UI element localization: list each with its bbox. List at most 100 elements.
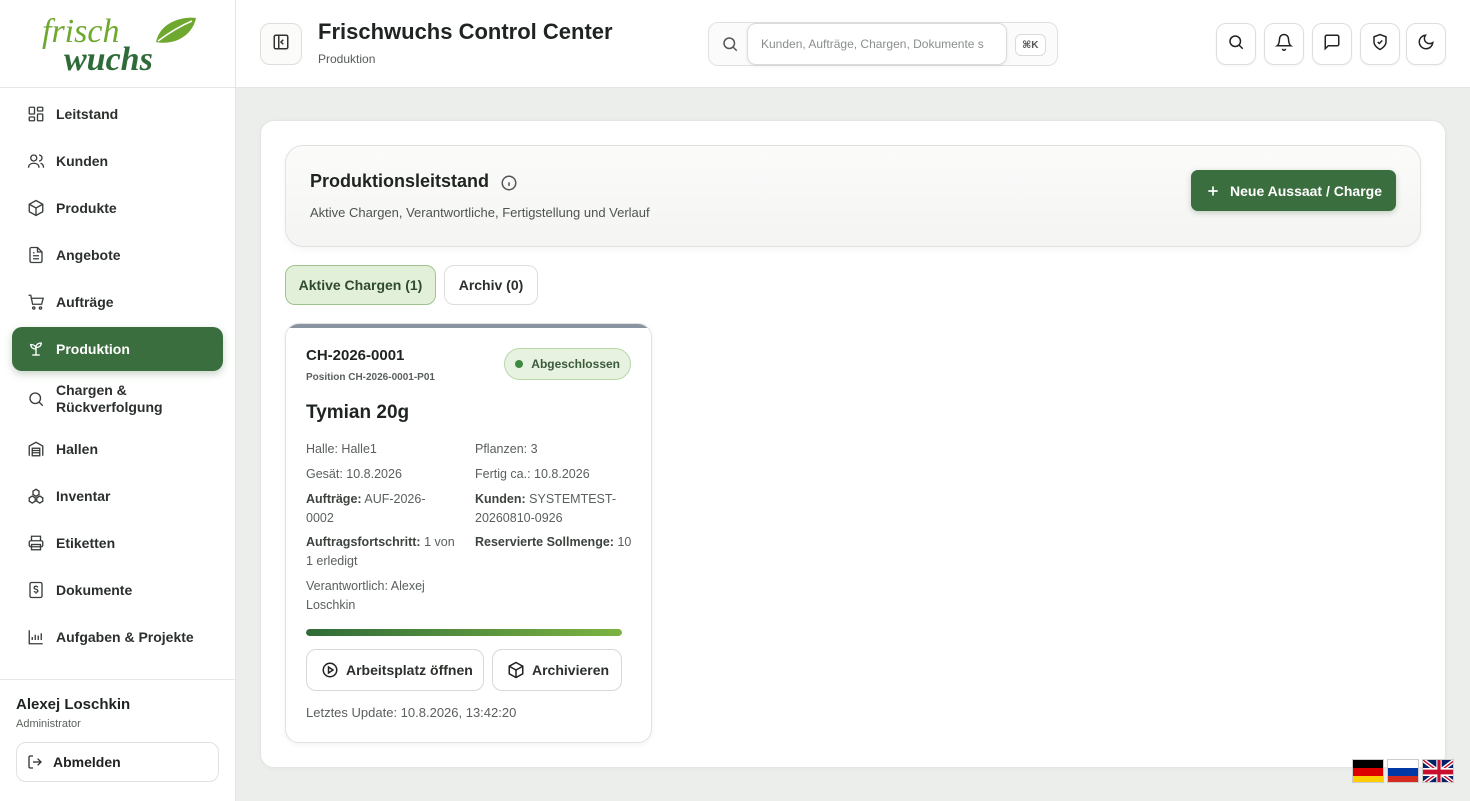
bell-icon <box>1274 33 1294 56</box>
logout-button[interactable]: Abmelden <box>16 742 219 782</box>
document-icon <box>26 245 46 265</box>
sidebar-item-label: Produkte <box>56 200 117 216</box>
sidebar-item-hallen[interactable]: Hallen <box>12 427 223 471</box>
sidebar-item-leitstand[interactable]: Leitstand <box>12 92 223 136</box>
production-header: Produktionsleitstand Aktive Chargen, Ver… <box>285 145 1421 247</box>
page-title: Produktionsleitstand <box>310 171 490 191</box>
status-dot-icon <box>515 360 524 368</box>
sidebar-item-label: Chargen & Rückverfolgung <box>56 382 163 415</box>
sidebar-item-produktion[interactable]: Produktion <box>12 327 223 371</box>
sidebar-item-produkte[interactable]: Produkte <box>12 186 223 230</box>
search-icon <box>721 35 741 55</box>
info-icon[interactable] <box>500 174 518 192</box>
messages-button[interactable] <box>1312 23 1352 65</box>
sidebar-item-dokumente[interactable]: Dokumente <box>12 568 223 612</box>
order-progress-field: Auftragsfortschritt: 1 von 1 erledigt <box>306 533 456 571</box>
ready-field: Fertig ca.: 10.8.2026 <box>475 467 590 481</box>
progress-bar <box>306 629 622 636</box>
sidebar-item-chargen[interactable]: Chargen & Rückverfolgung <box>12 374 223 424</box>
search-button[interactable] <box>1216 23 1256 65</box>
printer-icon <box>26 533 46 553</box>
moon-icon <box>1417 33 1435 56</box>
users-icon <box>26 151 46 171</box>
package-icon <box>26 198 46 218</box>
user-panel: Alexej Loschkin Administrator Abmelden <box>0 679 235 801</box>
orders-field: Aufträge: AUF-2026-0002 <box>306 490 446 528</box>
sidebar-item-etiketten[interactable]: Etiketten <box>12 521 223 565</box>
play-circle-icon <box>321 661 339 679</box>
sidebar-item-auftraege[interactable]: Aufträge <box>12 280 223 324</box>
order-progress-label: Auftragsfortschritt: <box>306 535 421 549</box>
sidebar-item-label: Produktion <box>56 341 130 357</box>
flag-uk-icon[interactable] <box>1422 759 1454 783</box>
search-input[interactable] <box>747 23 1007 65</box>
reserved-field: Reservierte Sollmenge: 10 <box>475 533 635 552</box>
security-button[interactable] <box>1360 23 1400 65</box>
sidebar-item-kunden[interactable]: Kunden <box>12 139 223 183</box>
flag-de-icon[interactable] <box>1352 759 1384 783</box>
sidebar: frisch wuchs Leitstand Kunden Produkte A… <box>0 0 236 801</box>
tab-active-batches[interactable]: Aktive Chargen (1) <box>285 265 436 305</box>
plus-icon <box>1205 183 1221 199</box>
dashboard-icon <box>26 104 46 124</box>
status-label: Abgeschlossen <box>531 357 620 371</box>
archive-button[interactable]: Archivieren <box>492 649 622 691</box>
user-name: Alexej Loschkin <box>16 696 131 713</box>
top-header: Frischwuchs Control Center Produktion ⌘K <box>236 0 1470 88</box>
sidebar-item-label: Dokumente <box>56 582 133 598</box>
sidebar-toggle-button[interactable] <box>260 23 302 65</box>
batch-position: Position CH-2026-0001-P01 <box>306 372 435 383</box>
last-update: Letztes Update: 10.8.2026, 13:42:20 <box>306 705 517 720</box>
user-role: Administrator <box>16 718 81 730</box>
status-badge: Abgeschlossen <box>504 348 631 380</box>
sidebar-item-angebote[interactable]: Angebote <box>12 233 223 277</box>
sidebar-item-label: Inventar <box>56 488 111 504</box>
sidebar-item-label: Hallen <box>56 441 99 457</box>
sown-field: Gesät: 10.8.2026 <box>306 467 402 481</box>
sidebar-item-label: Kunden <box>56 153 109 169</box>
orders-label: Aufträge: <box>306 492 362 506</box>
new-batch-button[interactable]: Neue Aussaat / Charge <box>1191 170 1396 211</box>
page-subtitle: Produktion <box>318 52 376 66</box>
logo-line2: wuchs <box>64 41 153 76</box>
language-switcher <box>1352 759 1454 783</box>
flag-ru-icon[interactable] <box>1387 759 1419 783</box>
archive-label: Archivieren <box>532 662 610 678</box>
open-workplace-label: Arbeitsplatz öffnen <box>346 662 473 678</box>
global-search: ⌘K <box>708 22 1058 66</box>
cart-icon <box>26 292 46 312</box>
receipt-icon <box>26 580 46 600</box>
new-batch-label: Neue Aussaat / Charge <box>1230 182 1382 199</box>
message-icon <box>1323 33 1341 56</box>
progress-fill <box>306 629 622 636</box>
customers-label: Kunden: <box>475 492 526 506</box>
reserved-value: 10 <box>617 535 632 549</box>
sidebar-item-label: Leitstand <box>56 106 119 122</box>
tab-archive[interactable]: Archiv (0) <box>444 265 538 305</box>
sidebar-item-aufgaben[interactable]: Aufgaben & Projekte <box>12 615 223 659</box>
logout-icon <box>27 753 45 771</box>
sidebar-item-label: Etiketten <box>56 535 116 551</box>
sidebar-item-label: Aufträge <box>56 294 114 310</box>
package-icon <box>507 661 525 679</box>
card-accent-bar <box>286 324 651 328</box>
shield-check-icon <box>1371 33 1389 56</box>
app-title: Frischwuchs Control Center <box>318 19 613 44</box>
boxes-icon <box>26 486 46 506</box>
open-workplace-button[interactable]: Arbeitsplatz öffnen <box>306 649 484 691</box>
sidebar-item-inventar[interactable]: Inventar <box>12 474 223 518</box>
search-shortcut: ⌘K <box>1015 34 1046 56</box>
theme-toggle-button[interactable] <box>1406 23 1446 65</box>
sidebar-item-label: Aufgaben & Projekte <box>56 629 194 645</box>
chart-icon <box>26 627 46 647</box>
reserved-label: Reservierte Sollmenge: <box>475 535 614 549</box>
warehouse-icon <box>26 439 46 459</box>
notifications-button[interactable] <box>1264 23 1304 65</box>
page-description: Aktive Chargen, Verantwortliche, Fertigs… <box>310 205 650 220</box>
responsible-field: Verantwortlich: Alexej Loschkin <box>306 579 425 612</box>
product-name: Tymian 20g <box>306 402 410 423</box>
frischwuchs-logo[interactable]: frisch wuchs <box>0 0 235 88</box>
customers-field: Kunden: SYSTEMTEST-20260810-0926 <box>475 490 635 528</box>
batch-id: CH-2026-0001 <box>306 347 405 364</box>
sprout-icon <box>26 339 46 359</box>
